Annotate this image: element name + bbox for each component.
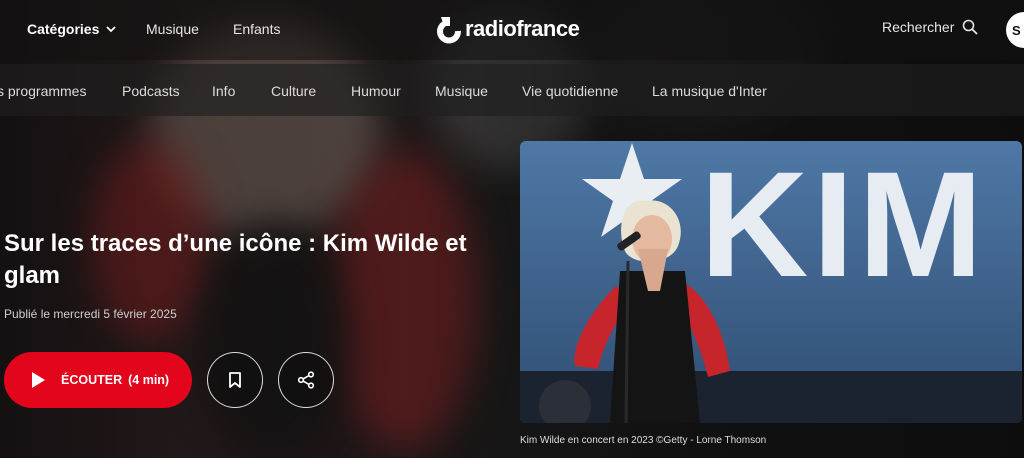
section-nav: s programmes Podcasts Info Culture Humou… [0, 64, 1024, 116]
photo-caption: Kim Wilde en concert en 2023 ©Getty - Lo… [520, 435, 767, 446]
radiofrance-logo[interactable]: radiofrance [436, 14, 580, 44]
nav-item-programmes[interactable]: s programmes [0, 83, 86, 99]
bookmark-button[interactable] [207, 352, 263, 408]
radiofrance-logo-icon [437, 17, 461, 44]
categories-menu-button[interactable]: Catégories [27, 21, 117, 37]
account-button[interactable]: S [1006, 12, 1024, 48]
nav-item-musique[interactable]: Musique [435, 83, 488, 99]
nav-item-humour[interactable]: Humour [351, 83, 401, 99]
listen-duration: (4 min) [128, 373, 170, 387]
chevron-down-icon [106, 26, 116, 33]
search-label: Rechercher [882, 19, 955, 35]
share-icon [297, 371, 315, 389]
listen-button[interactable]: ÉCOUTER (4 min) [4, 352, 192, 408]
nav-item-musique-inter[interactable]: La musique d'Inter [652, 83, 767, 99]
publication-date: Publié le mercredi 5 février 2025 [4, 307, 177, 321]
play-icon [32, 372, 45, 388]
listen-label: ÉCOUTER [61, 373, 123, 387]
concert-photo-illustration: KIM [520, 141, 1022, 423]
logo-text: radiofrance [465, 16, 580, 41]
nav-item-podcasts[interactable]: Podcasts [122, 83, 180, 99]
header-link-musique[interactable]: Musique [146, 21, 199, 37]
account-label: S [1012, 22, 1021, 38]
article-title: Sur les traces d’une icône : Kim Wilde e… [4, 230, 467, 289]
nav-item-culture[interactable]: Culture [271, 83, 316, 99]
bookmark-icon [229, 372, 241, 388]
nav-item-vie-quotidienne[interactable]: Vie quotidienne [522, 83, 618, 99]
top-bar: Catégories Musique Enfants radiofrance R… [0, 0, 1024, 60]
nav-item-info[interactable]: Info [212, 83, 235, 99]
photo-banner-text: KIM [700, 141, 987, 308]
search-icon [963, 19, 979, 35]
search-button[interactable]: Rechercher [882, 19, 979, 35]
header-link-enfants[interactable]: Enfants [233, 21, 280, 37]
article-photo: KIM [520, 141, 1022, 423]
share-button[interactable] [278, 352, 334, 408]
categories-label: Catégories [27, 21, 100, 37]
